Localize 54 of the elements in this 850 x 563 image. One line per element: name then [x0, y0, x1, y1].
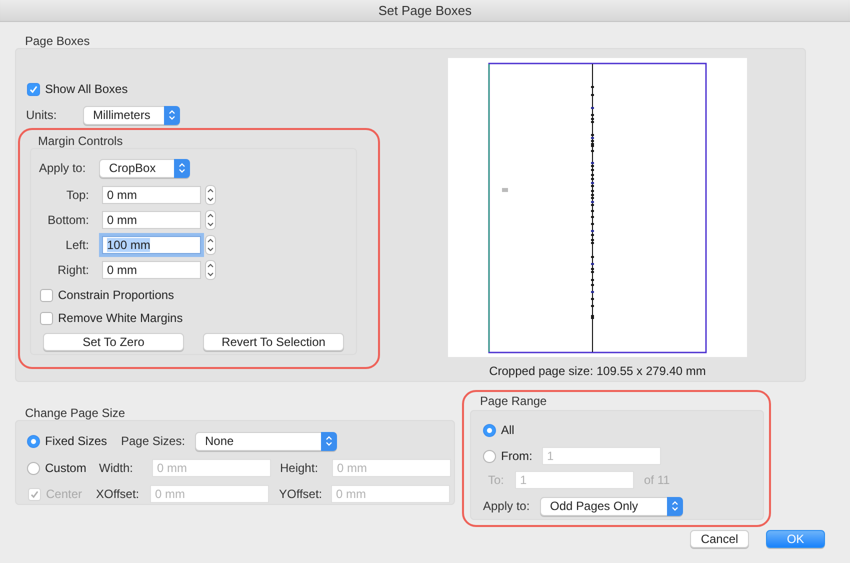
radio-label: Custom [45, 461, 86, 475]
field-label: XOffset: [96, 487, 140, 501]
window-title: Set Page Boxes [378, 3, 472, 18]
text-field[interactable]: 0 mm [102, 186, 201, 204]
radio-label: All [501, 423, 514, 437]
push-button[interactable]: Cancel [690, 530, 749, 548]
radio-button[interactable] [483, 424, 496, 436]
checkbox[interactable] [27, 82, 40, 96]
checkbox-label: Center [46, 487, 82, 501]
push-button[interactable]: Revert To Selection [203, 333, 344, 351]
field-label: Top: [65, 188, 89, 202]
stepper-icon[interactable] [205, 210, 216, 230]
field-label: YOffset: [279, 487, 324, 501]
field-label: Right: [56, 263, 89, 277]
field-label: Height: [280, 461, 320, 475]
text-field[interactable]: 0 mm [102, 211, 201, 229]
text-field[interactable]: 0 mm [102, 261, 201, 279]
field-label: To: [487, 473, 506, 487]
popup-button[interactable]: Millimeters [83, 106, 180, 124]
popup-button[interactable]: Odd Pages Only [540, 496, 683, 516]
checkbox-label: Remove White Margins [58, 311, 183, 325]
radio-label: From: [501, 449, 532, 463]
group-title: Margin Controls [37, 134, 124, 148]
checkbox-label: Show All Boxes [45, 82, 128, 96]
checkbox[interactable] [40, 288, 53, 302]
radio-label: Fixed Sizes [45, 434, 108, 448]
updown-arrows-icon [174, 158, 190, 178]
field-label: Left: [64, 238, 89, 252]
push-button[interactable]: Set To Zero [43, 333, 184, 351]
field-label: Apply to: [39, 161, 87, 175]
checkbox[interactable] [40, 312, 53, 324]
group-title: Page Boxes [25, 34, 91, 48]
stepper-icon[interactable] [205, 260, 216, 280]
stepper-icon[interactable] [205, 185, 216, 205]
radio-button[interactable] [27, 434, 40, 448]
checkbox-label: Constrain Proportions [58, 288, 174, 302]
stepper-icon[interactable] [205, 235, 216, 255]
group-title: Page Range [479, 394, 548, 408]
field-label: Page Sizes: [121, 434, 186, 448]
updown-arrows-icon [321, 432, 337, 450]
field-label: Units: [26, 108, 58, 122]
field-label: Bottom: [46, 213, 89, 227]
field-label: Apply to: [483, 499, 531, 513]
updown-arrows-icon [667, 496, 683, 516]
updown-arrows-icon [164, 106, 180, 124]
field-label: Width: [99, 461, 134, 475]
radio-button[interactable] [483, 450, 496, 462]
page-size-caption: Cropped page size: 109.55 x 279.40 mm [489, 364, 706, 378]
group-title: Change Page Size [24, 406, 126, 420]
text-field[interactable]: 100 mm [102, 236, 201, 254]
page-count: of 11 [644, 473, 670, 487]
radio-button[interactable] [27, 462, 40, 474]
popup-button[interactable]: None [195, 432, 337, 450]
popup-button[interactable]: CropBox [99, 158, 190, 178]
